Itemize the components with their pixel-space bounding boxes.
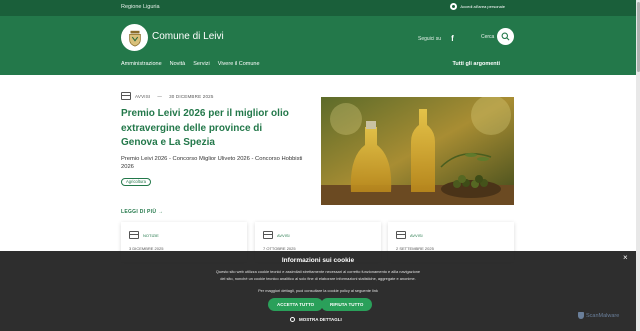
card-category-label[interactable]: AVVISI xyxy=(277,233,290,238)
follow-label: Seguici su xyxy=(418,35,442,42)
region-link[interactable]: Regione Liguria xyxy=(121,4,160,10)
page-scrollbar[interactable] xyxy=(636,0,640,331)
search-label: Cerca xyxy=(481,34,495,40)
read-more-label: LEGGI DI PIÙ xyxy=(121,209,157,215)
card-category: AVVISI xyxy=(263,231,290,239)
meta-separator: — xyxy=(157,93,163,99)
cookie-description: Questo sito web utilizza cookie tecnici … xyxy=(215,269,421,281)
card-category: AVVISI xyxy=(396,231,423,239)
nav-item-novita[interactable]: Novità xyxy=(170,61,186,67)
search-button[interactable] xyxy=(497,28,514,45)
card-category-label[interactable]: NOTIZIE xyxy=(143,233,159,238)
scrollbar-thumb[interactable] xyxy=(636,2,640,72)
card-category-label[interactable]: AVVISI xyxy=(410,233,423,238)
reject-all-button[interactable]: RIFIUTA TUTTO xyxy=(321,298,373,311)
calendar-icon xyxy=(121,92,131,100)
user-icon xyxy=(450,3,458,10)
facebook-icon[interactable]: f xyxy=(451,34,454,43)
featured-date: 30 DICEMBRE 2025 xyxy=(169,93,214,99)
nav-item-servizi[interactable]: Servizi xyxy=(193,61,210,67)
featured-meta: AVVISI — 30 DICEMBRE 2025 xyxy=(121,92,214,100)
nav-item-amministrazione[interactable]: Amministrazione xyxy=(121,61,162,67)
show-details-button[interactable]: MOSTRA DETTAGLI xyxy=(290,317,342,322)
cookie-title: Informazioni sui cookie xyxy=(281,257,355,264)
cookie-policy-link[interactable]: Per maggiori dettagli, puoi consultare l… xyxy=(215,288,421,293)
gear-icon xyxy=(290,317,295,322)
olive-oil-photo xyxy=(321,97,514,205)
top-bar: Regione Liguria Accedi all'area personal… xyxy=(0,0,640,16)
featured-image-olive-oil[interactable] xyxy=(321,97,514,205)
site-header: Comune di Leivi Seguici su f Cerca Ammin… xyxy=(0,16,640,75)
arrow-right-icon: → xyxy=(157,209,164,215)
social-follow: Seguici su f xyxy=(418,34,454,43)
scanmalware-label: ScanMalware xyxy=(586,312,620,319)
featured-category[interactable]: AVVISI xyxy=(135,94,150,99)
personal-area-link[interactable]: Accedi all'area personale xyxy=(450,3,505,10)
card-category: NOTIZIE xyxy=(129,231,159,239)
show-details-label: MOSTRA DETTAGLI xyxy=(299,317,342,322)
calendar-icon xyxy=(129,231,139,239)
calendar-icon xyxy=(263,231,273,239)
main-nav: Amministrazione Novità Servizi Vivere il… xyxy=(121,61,260,67)
read-more-link[interactable]: LEGGI DI PIÙ → xyxy=(121,209,163,215)
personal-area-label: Accedi all'area personale xyxy=(460,4,505,9)
site-name[interactable]: Comune di Leivi xyxy=(152,31,224,42)
all-topics-link[interactable]: Tutti gli argomenti xyxy=(452,61,500,67)
featured-title[interactable]: Premio Leivi 2026 per il miglior olio ex… xyxy=(121,107,301,151)
featured-tag[interactable]: Agricoltura xyxy=(121,178,152,186)
scanmalware-badge[interactable]: ScanMalware xyxy=(578,312,619,319)
nav-item-vivere-il-comune[interactable]: Vivere il Comune xyxy=(218,61,260,67)
cookie-banner: × Informazioni sui cookie Questo sito we… xyxy=(0,251,636,331)
featured-description: Premio Leivi 2026 - Concorso Miglior Uli… xyxy=(121,156,303,170)
shield-icon xyxy=(578,312,584,319)
accept-all-button[interactable]: ACCETTA TUTTO xyxy=(268,298,324,311)
calendar-icon xyxy=(396,231,406,239)
search-icon xyxy=(501,32,510,41)
crest-icon xyxy=(128,30,141,46)
municipality-crest-logo[interactable] xyxy=(121,24,148,51)
